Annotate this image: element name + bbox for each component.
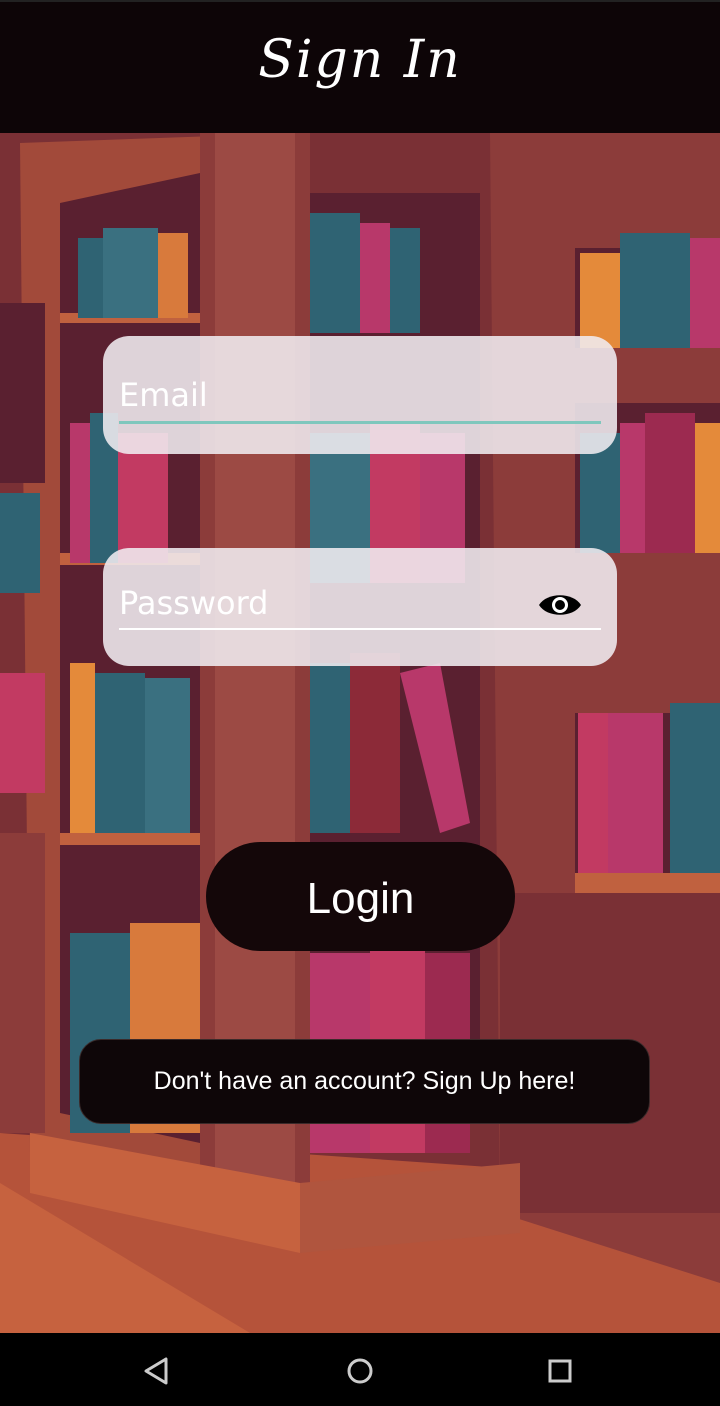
- signup-link[interactable]: Don't have an account? Sign Up here!: [79, 1039, 650, 1124]
- password-field[interactable]: Password: [103, 548, 617, 666]
- page-title: Sign In: [258, 30, 462, 90]
- email-underline: [119, 421, 601, 424]
- app-header: Sign In: [0, 0, 720, 133]
- recents-icon[interactable]: [540, 1351, 580, 1391]
- email-field[interactable]: Email: [103, 336, 617, 454]
- login-label: Login: [306, 873, 415, 923]
- signup-text: Don't have an account? Sign Up here!: [153, 1067, 576, 1095]
- password-placeholder: Password: [119, 584, 269, 622]
- email-placeholder: Email: [119, 376, 208, 414]
- eye-icon[interactable]: [537, 588, 583, 622]
- back-icon[interactable]: [138, 1351, 178, 1391]
- login-button[interactable]: Login: [206, 842, 515, 951]
- home-icon[interactable]: [340, 1351, 380, 1391]
- library-background: [0, 133, 720, 1333]
- password-underline: [119, 628, 601, 630]
- system-navbar: [0, 1333, 720, 1406]
